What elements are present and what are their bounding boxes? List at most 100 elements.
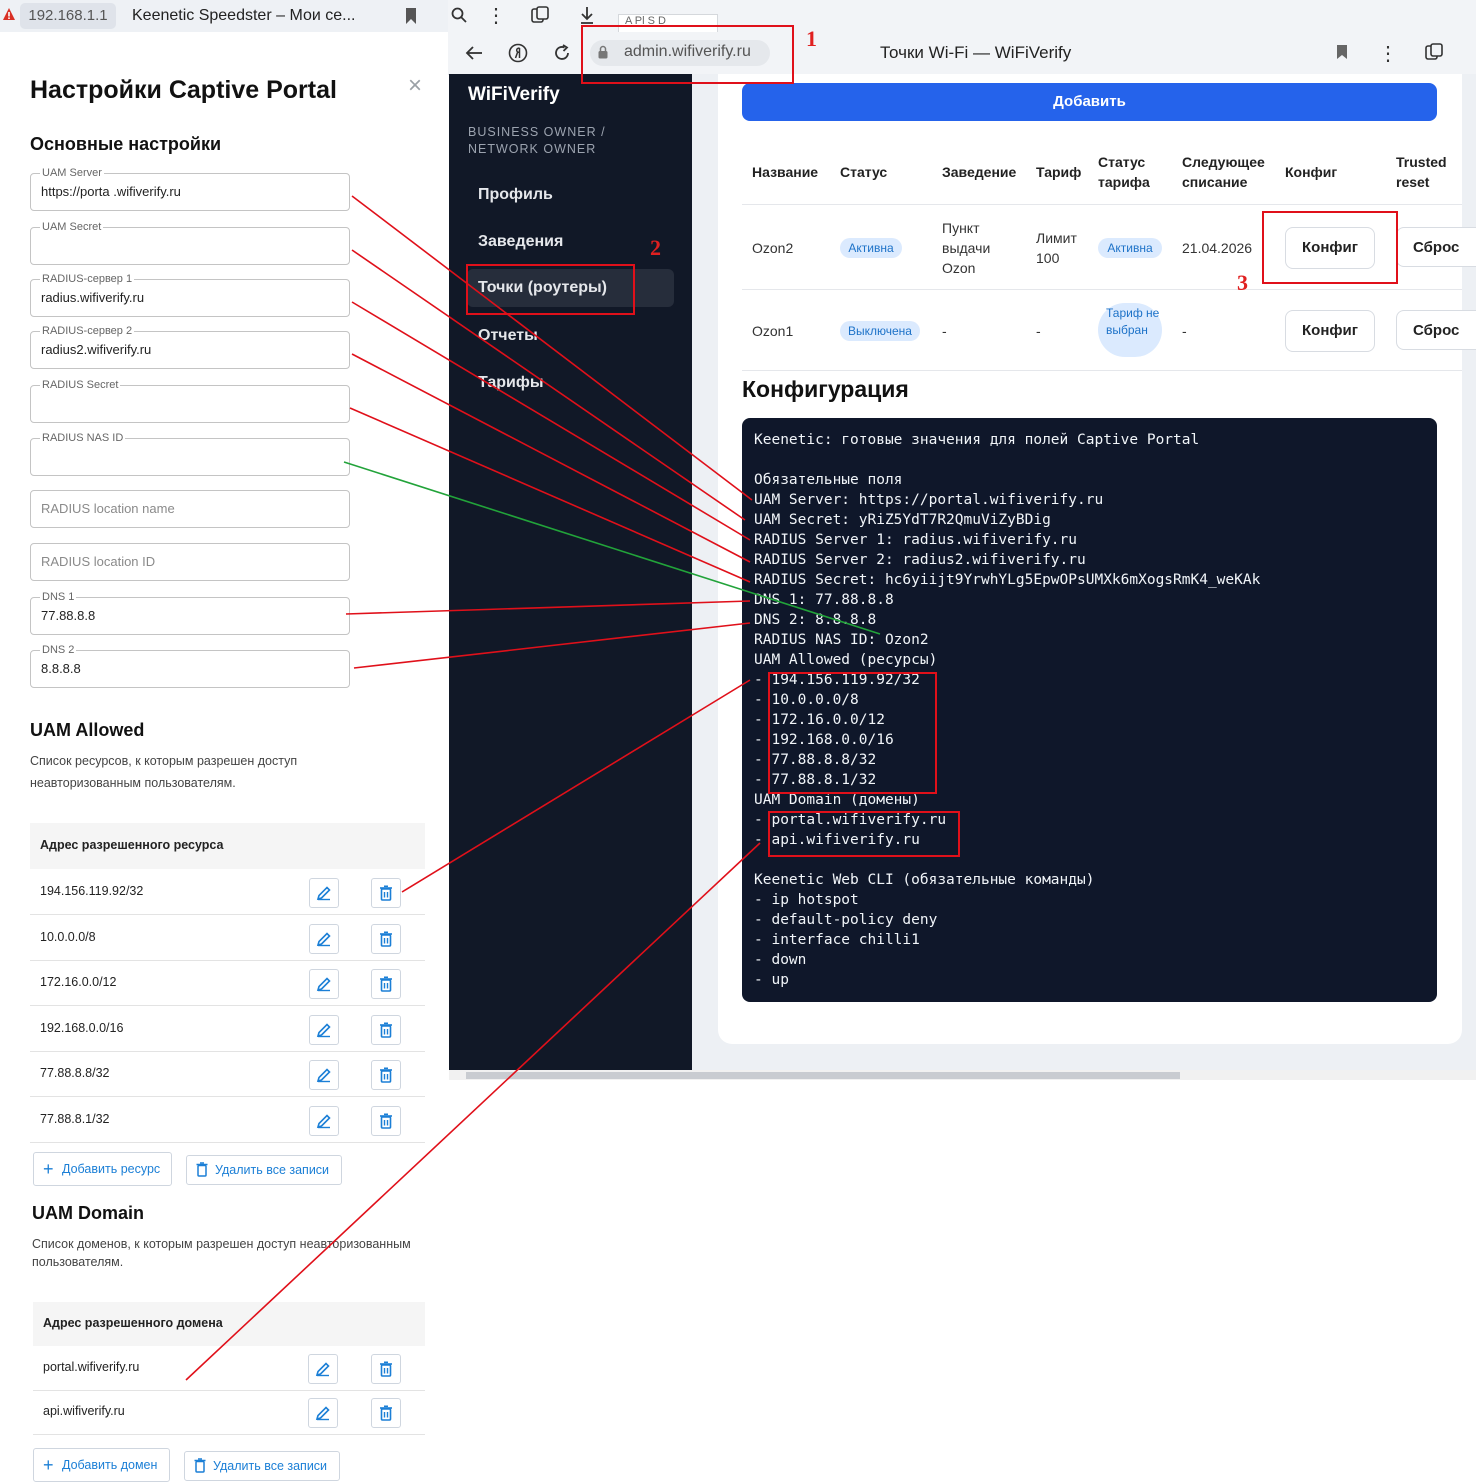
config-line: Keenetic: готовые значения для полей Cap… <box>754 432 1200 448</box>
col-status: Статус <box>840 164 888 180</box>
sidebar-item-tariffs[interactable]: Тарифы <box>478 374 544 392</box>
row-value: 172.16.0.0/12 <box>40 975 117 989</box>
field-value: radius2.wifiverify.ru <box>41 342 152 357</box>
field-placeholder: RADIUS location name <box>41 501 175 516</box>
config-button[interactable]: Конфиг <box>1285 310 1375 352</box>
button-label: Добавить домен <box>62 1458 158 1472</box>
table-row: 77.88.8.1/32 <box>30 1098 425 1143</box>
close-icon[interactable]: × <box>408 72 422 100</box>
sidebar-item-profile[interactable]: Профиль <box>478 186 553 204</box>
radius-location-id-field[interactable]: RADIUS location ID <box>30 543 350 581</box>
tabs-icon[interactable] <box>530 5 550 25</box>
field-label: RADIUS-сервер 1 <box>40 272 135 286</box>
menu-icon[interactable]: ⋮ <box>1378 44 1398 64</box>
config-line: UAM Secret: yRiZ5YdT7R2QmuViZyBDig <box>754 512 1051 528</box>
divider <box>742 204 1462 205</box>
edit-icon[interactable] <box>308 1398 338 1428</box>
radius-location-name-field[interactable]: RADIUS location name <box>30 490 350 528</box>
edit-icon[interactable] <box>309 969 339 999</box>
row-value: portal.wifiverify.ru <box>43 1360 140 1374</box>
row-value: 77.88.8.8/32 <box>40 1066 110 1080</box>
delete-all-resources-button[interactable]: Удалить все записи <box>186 1155 342 1185</box>
brand-logo[interactable]: WiFiVerify <box>468 84 560 106</box>
dns-2-field[interactable]: DNS 2 8.8.8.8 <box>30 643 350 688</box>
more-icon[interactable]: ⋮ <box>486 6 506 26</box>
uam-allowed-description: Список ресурсов, к которым разрешен дост… <box>30 754 298 790</box>
left-address[interactable]: 192.168.1.1 <box>20 3 116 29</box>
download-icon[interactable] <box>578 5 596 25</box>
uam-server-field[interactable]: UAM Server https://porta .wifiverify.ru <box>30 166 350 211</box>
bookmark-icon[interactable] <box>1336 44 1348 60</box>
config-line: RADIUS Server 2: radius2.wifiverify.ru <box>754 552 1086 568</box>
sidebar <box>449 74 692 1070</box>
edit-icon[interactable] <box>309 1060 339 1090</box>
radius-server-1-field[interactable]: RADIUS-сервер 1 radius.wifiverify.ru <box>30 272 350 317</box>
reset-button[interactable]: Сброс <box>1396 310 1476 350</box>
config-line: - ip hotspot <box>754 892 859 908</box>
config-line: - default-policy deny <box>754 912 938 928</box>
delete-all-domains-button[interactable]: Удалить все записи <box>184 1451 340 1481</box>
button-label: Удалить все записи <box>215 1163 330 1177</box>
radius-nas-id-field[interactable]: RADIUS NAS ID <box>30 431 350 476</box>
sidebar-item-venues[interactable]: Заведения <box>478 233 563 251</box>
edit-icon[interactable] <box>308 1354 338 1384</box>
dns-1-field[interactable]: DNS 1 77.88.8.8 <box>30 590 350 635</box>
add-button[interactable]: Добавить <box>742 83 1437 121</box>
yandex-icon[interactable] <box>508 43 528 63</box>
bookmark-icon[interactable] <box>404 7 418 25</box>
trash-icon[interactable] <box>371 878 401 908</box>
point-tariff: Лимит 100 <box>1036 230 1077 266</box>
field-label: DNS 2 <box>40 643 77 657</box>
trash-icon[interactable] <box>371 1014 401 1045</box>
config-line: DNS 2: 8.8.8.8 <box>754 612 877 628</box>
point-name: Ozon2 <box>752 240 794 256</box>
trash-icon[interactable] <box>371 1060 401 1090</box>
tabs-icon[interactable] <box>1424 42 1444 62</box>
basic-settings-heading: Основные настройки <box>30 134 222 154</box>
edit-icon[interactable] <box>309 923 339 954</box>
edit-icon[interactable] <box>309 1105 339 1136</box>
trash-icon[interactable] <box>371 1354 401 1384</box>
table-row: 10.0.0.0/8 <box>30 916 425 961</box>
uam-secret-field[interactable]: UAM Secret <box>30 220 350 265</box>
uam-domain-description: Список доменов, к которым разрешен досту… <box>32 1237 411 1269</box>
config-line: - down <box>754 952 807 968</box>
radius-server-2-field[interactable]: RADIUS-сервер 2 radius2.wifiverify.ru <box>30 324 350 369</box>
search-icon[interactable] <box>450 6 468 24</box>
reload-icon[interactable] <box>552 43 572 63</box>
next-charge: - <box>1182 323 1187 339</box>
col-next-charge: Следующее списание <box>1182 154 1265 190</box>
horizontal-scrollbar[interactable] <box>466 1072 1180 1079</box>
trash-icon[interactable] <box>371 923 401 954</box>
row-value: 10.0.0.0/8 <box>40 929 96 944</box>
trash-icon[interactable] <box>371 1105 401 1136</box>
trash-icon[interactable] <box>371 969 401 999</box>
row-value: api.wifiverify.ru <box>43 1404 125 1418</box>
add-domain-button[interactable]: + Добавить домен <box>33 1448 170 1482</box>
field-value: 77.88.8.8 <box>41 608 96 623</box>
reset-button[interactable]: Сброс <box>1396 227 1476 267</box>
point-venue: Пункт выдачи Ozon <box>942 220 991 276</box>
left-tab-title[interactable]: Keenetic Speedster – Мои се... <box>132 5 355 27</box>
config-line: - up <box>754 972 789 988</box>
config-title: Конфигурация <box>742 376 909 402</box>
trash-icon[interactable] <box>371 1398 401 1428</box>
tariff-status-badge: Тариф не выбран <box>1098 303 1162 357</box>
edit-icon[interactable] <box>309 1014 339 1045</box>
tariff-status-badge: Активна <box>1098 238 1162 258</box>
uam-allowed-table-header: Адрес разрешенного ресурса <box>30 823 425 869</box>
field-value: https://porta .wifiverify.ru <box>41 184 181 199</box>
field-label: UAM Server <box>40 166 104 180</box>
trash-icon <box>194 1458 206 1473</box>
col-config: Конфиг <box>1285 164 1338 180</box>
field-label: RADIUS Secret <box>40 378 121 392</box>
add-resource-button[interactable]: + Добавить ресурс <box>33 1152 172 1186</box>
page-title: Точки Wi-Fi — WiFiVerify <box>880 43 1072 62</box>
table-row: 194.156.119.92/32 <box>30 870 425 915</box>
radius-secret-field[interactable]: RADIUS Secret <box>30 378 350 423</box>
table-row: 192.168.0.0/16 <box>30 1007 425 1052</box>
back-icon[interactable] <box>464 44 484 62</box>
sidebar-item-reports[interactable]: Отчеты <box>478 327 538 345</box>
edit-icon[interactable] <box>309 878 339 908</box>
settings-title: Настройки Captive Portal <box>30 76 337 104</box>
